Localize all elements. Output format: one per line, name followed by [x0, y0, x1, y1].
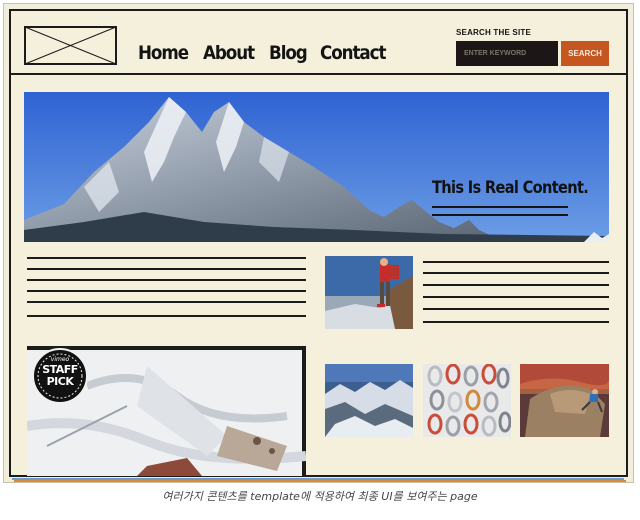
search-button[interactable]: SEARCH: [561, 41, 609, 66]
main-nav: Home About Blog Contact: [138, 42, 388, 64]
hero-mountain-image: [24, 92, 609, 242]
nav-about[interactable]: About: [203, 42, 255, 64]
text-placeholder-left: [27, 257, 306, 321]
nav-contact[interactable]: Contact: [320, 42, 387, 64]
header-divider: [9, 73, 628, 75]
badge-line2: PICK: [46, 375, 74, 388]
logo-placeholder[interactable]: [24, 26, 117, 65]
hero-title: This Is Real Content.: [432, 178, 589, 198]
nav-home[interactable]: Home: [138, 42, 189, 64]
search-input[interactable]: [456, 41, 558, 66]
carabiners-image: [423, 364, 511, 437]
nav-blog[interactable]: Blog: [269, 42, 308, 64]
boulder-climber-image: [520, 364, 609, 437]
staff-pick-badge: vimeo STAFF PICK: [38, 356, 82, 388]
hero-text-placeholder-line: [432, 214, 568, 216]
bottom-stripe-orange: [14, 480, 626, 482]
search-label: SEARCH THE SITE: [456, 28, 532, 37]
hero-title-underline: [432, 206, 568, 208]
figure-caption: 여러가지 콘텐츠를 template에 적용하여 최종 UI를 보여주는 pag…: [162, 490, 478, 503]
aerial-mountains-image: [325, 364, 413, 437]
text-placeholder-right: [423, 261, 609, 323]
climber-image: [325, 256, 413, 329]
